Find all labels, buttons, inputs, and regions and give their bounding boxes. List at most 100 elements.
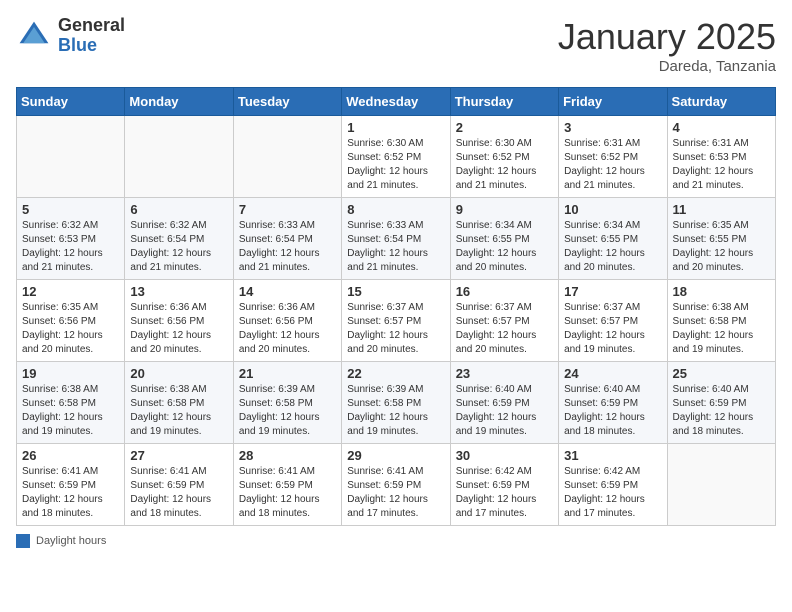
day-info: Sunrise: 6:41 AM Sunset: 6:59 PM Dayligh… [130, 465, 227, 521]
day-number: 13 [130, 284, 227, 299]
calendar-day-header: Wednesday [342, 88, 450, 116]
day-number: 18 [673, 284, 770, 299]
calendar-table: SundayMondayTuesdayWednesdayThursdayFrid… [16, 87, 776, 526]
calendar-cell: 30 Sunrise: 6:42 AM Sunset: 6:59 PM Dayli… [450, 444, 558, 526]
calendar-cell: 10Sunrise: 6:34 AM Sunset: 6:55 PM Dayli… [559, 198, 667, 280]
calendar-cell: 17Sunrise: 6:37 AM Sunset: 6:57 PM Dayli… [559, 280, 667, 362]
day-info: Sunrise: 6:41 AM Sunset: 6:59 PM Dayligh… [347, 465, 444, 521]
calendar-cell [233, 116, 341, 198]
day-info: Sunrise: 6:39 AM Sunset: 6:58 PM Dayligh… [239, 383, 336, 439]
legend-label: Daylight hours [36, 535, 106, 547]
page-header: General Blue January 2025 Dareda, Tanzan… [16, 16, 776, 75]
day-number: 16 [456, 284, 553, 299]
calendar-day-header: Tuesday [233, 88, 341, 116]
day-number: 23 [456, 366, 553, 381]
day-number: 8 [347, 202, 444, 217]
day-info: Sunrise: 6:33 AM Sunset: 6:54 PM Dayligh… [347, 219, 444, 275]
day-info: Sunrise: 6:31 AM Sunset: 6:53 PM Dayligh… [673, 137, 770, 193]
day-number: 12 [22, 284, 119, 299]
day-number: 24 [564, 366, 661, 381]
calendar-cell: 28 Sunrise: 6:41 AM Sunset: 6:59 PM Dayli… [233, 444, 341, 526]
day-number: 21 [239, 366, 336, 381]
logo-text: General Blue [58, 16, 125, 56]
day-info: Sunrise: 6:31 AM Sunset: 6:52 PM Dayligh… [564, 137, 661, 193]
calendar-day-header: Saturday [667, 88, 775, 116]
day-info: Sunrise: 6:40 AM Sunset: 6:59 PM Dayligh… [673, 383, 770, 439]
logo-general-text: General [58, 16, 125, 36]
legend: Daylight hours [16, 534, 776, 548]
calendar-cell: 2Sunrise: 6:30 AM Sunset: 6:52 PM Daylig… [450, 116, 558, 198]
calendar-cell: 6 Sunrise: 6:32 AM Sunset: 6:54 PM Daylig… [125, 198, 233, 280]
day-number: 20 [130, 366, 227, 381]
day-number: 7 [239, 202, 336, 217]
day-number: 26 [22, 448, 119, 463]
calendar-cell: 3Sunrise: 6:31 AM Sunset: 6:52 PM Daylig… [559, 116, 667, 198]
calendar-cell: 18Sunrise: 6:38 AM Sunset: 6:58 PM Dayli… [667, 280, 775, 362]
calendar-cell: 31 Sunrise: 6:42 AM Sunset: 6:59 PM Dayli… [559, 444, 667, 526]
calendar-day-header: Sunday [17, 88, 125, 116]
calendar-day-header: Friday [559, 88, 667, 116]
day-info: Sunrise: 6:30 AM Sunset: 6:52 PM Dayligh… [347, 137, 444, 193]
day-number: 30 [456, 448, 553, 463]
day-number: 9 [456, 202, 553, 217]
day-number: 6 [130, 202, 227, 217]
day-number: 27 [130, 448, 227, 463]
day-number: 2 [456, 120, 553, 135]
day-info: Sunrise: 6:37 AM Sunset: 6:57 PM Dayligh… [564, 301, 661, 357]
calendar-cell: 25 Sunrise: 6:40 AM Sunset: 6:59 PM Dayli… [667, 362, 775, 444]
day-info: Sunrise: 6:41 AM Sunset: 6:59 PM Dayligh… [22, 465, 119, 521]
day-info: Sunrise: 6:40 AM Sunset: 6:59 PM Dayligh… [564, 383, 661, 439]
day-number: 31 [564, 448, 661, 463]
calendar-cell: 24 Sunrise: 6:40 AM Sunset: 6:59 PM Dayli… [559, 362, 667, 444]
calendar-day-header: Thursday [450, 88, 558, 116]
calendar-cell [17, 116, 125, 198]
day-info: Sunrise: 6:40 AM Sunset: 6:59 PM Dayligh… [456, 383, 553, 439]
calendar-cell: 4 Sunrise: 6:31 AM Sunset: 6:53 PM Daylig… [667, 116, 775, 198]
calendar-cell: 15Sunrise: 6:37 AM Sunset: 6:57 PM Dayli… [342, 280, 450, 362]
day-info: Sunrise: 6:42 AM Sunset: 6:59 PM Dayligh… [456, 465, 553, 521]
calendar-week-row: 26 Sunrise: 6:41 AM Sunset: 6:59 PM Dayli… [17, 444, 776, 526]
calendar-cell: 1 Sunrise: 6:30 AM Sunset: 6:52 PM Daylig… [342, 116, 450, 198]
month-title: January 2025 [558, 16, 776, 58]
day-info: Sunrise: 6:32 AM Sunset: 6:54 PM Dayligh… [130, 219, 227, 275]
day-number: 29 [347, 448, 444, 463]
day-number: 11 [673, 202, 770, 217]
day-number: 4 [673, 120, 770, 135]
calendar-cell: 7 Sunrise: 6:33 AM Sunset: 6:54 PM Daylig… [233, 198, 341, 280]
calendar-cell: 19Sunrise: 6:38 AM Sunset: 6:58 PM Dayli… [17, 362, 125, 444]
calendar-cell: 9Sunrise: 6:34 AM Sunset: 6:55 PM Daylig… [450, 198, 558, 280]
day-info: Sunrise: 6:35 AM Sunset: 6:56 PM Dayligh… [22, 301, 119, 357]
calendar-cell: 29 Sunrise: 6:41 AM Sunset: 6:59 PM Dayli… [342, 444, 450, 526]
day-number: 25 [673, 366, 770, 381]
day-number: 10 [564, 202, 661, 217]
calendar-week-row: 1 Sunrise: 6:30 AM Sunset: 6:52 PM Daylig… [17, 116, 776, 198]
day-info: Sunrise: 6:32 AM Sunset: 6:53 PM Dayligh… [22, 219, 119, 275]
logo-icon [16, 18, 52, 54]
calendar-cell: 26 Sunrise: 6:41 AM Sunset: 6:59 PM Dayli… [17, 444, 125, 526]
day-info: Sunrise: 6:37 AM Sunset: 6:57 PM Dayligh… [456, 301, 553, 357]
day-number: 28 [239, 448, 336, 463]
calendar-cell: 23 Sunrise: 6:40 AM Sunset: 6:59 PM Dayli… [450, 362, 558, 444]
calendar-cell [667, 444, 775, 526]
calendar-cell: 13Sunrise: 6:36 AM Sunset: 6:56 PM Dayli… [125, 280, 233, 362]
day-info: Sunrise: 6:33 AM Sunset: 6:54 PM Dayligh… [239, 219, 336, 275]
calendar-cell: 16 Sunrise: 6:37 AM Sunset: 6:57 PM Dayli… [450, 280, 558, 362]
calendar-cell: 8 Sunrise: 6:33 AM Sunset: 6:54 PM Daylig… [342, 198, 450, 280]
calendar-week-row: 12 Sunrise: 6:35 AM Sunset: 6:56 PM Dayli… [17, 280, 776, 362]
calendar-cell: 20 Sunrise: 6:38 AM Sunset: 6:58 PM Dayli… [125, 362, 233, 444]
location: Dareda, Tanzania [558, 58, 776, 75]
day-info: Sunrise: 6:36 AM Sunset: 6:56 PM Dayligh… [239, 301, 336, 357]
calendar-cell: 21 Sunrise: 6:39 AM Sunset: 6:58 PM Dayli… [233, 362, 341, 444]
day-number: 14 [239, 284, 336, 299]
day-number: 22 [347, 366, 444, 381]
day-number: 5 [22, 202, 119, 217]
day-number: 1 [347, 120, 444, 135]
day-info: Sunrise: 6:38 AM Sunset: 6:58 PM Dayligh… [130, 383, 227, 439]
calendar-week-row: 19Sunrise: 6:38 AM Sunset: 6:58 PM Dayli… [17, 362, 776, 444]
day-info: Sunrise: 6:42 AM Sunset: 6:59 PM Dayligh… [564, 465, 661, 521]
day-info: Sunrise: 6:41 AM Sunset: 6:59 PM Dayligh… [239, 465, 336, 521]
day-info: Sunrise: 6:37 AM Sunset: 6:57 PM Dayligh… [347, 301, 444, 357]
day-info: Sunrise: 6:39 AM Sunset: 6:58 PM Dayligh… [347, 383, 444, 439]
logo-blue-text: Blue [58, 36, 125, 56]
calendar-cell: 22 Sunrise: 6:39 AM Sunset: 6:58 PM Dayli… [342, 362, 450, 444]
